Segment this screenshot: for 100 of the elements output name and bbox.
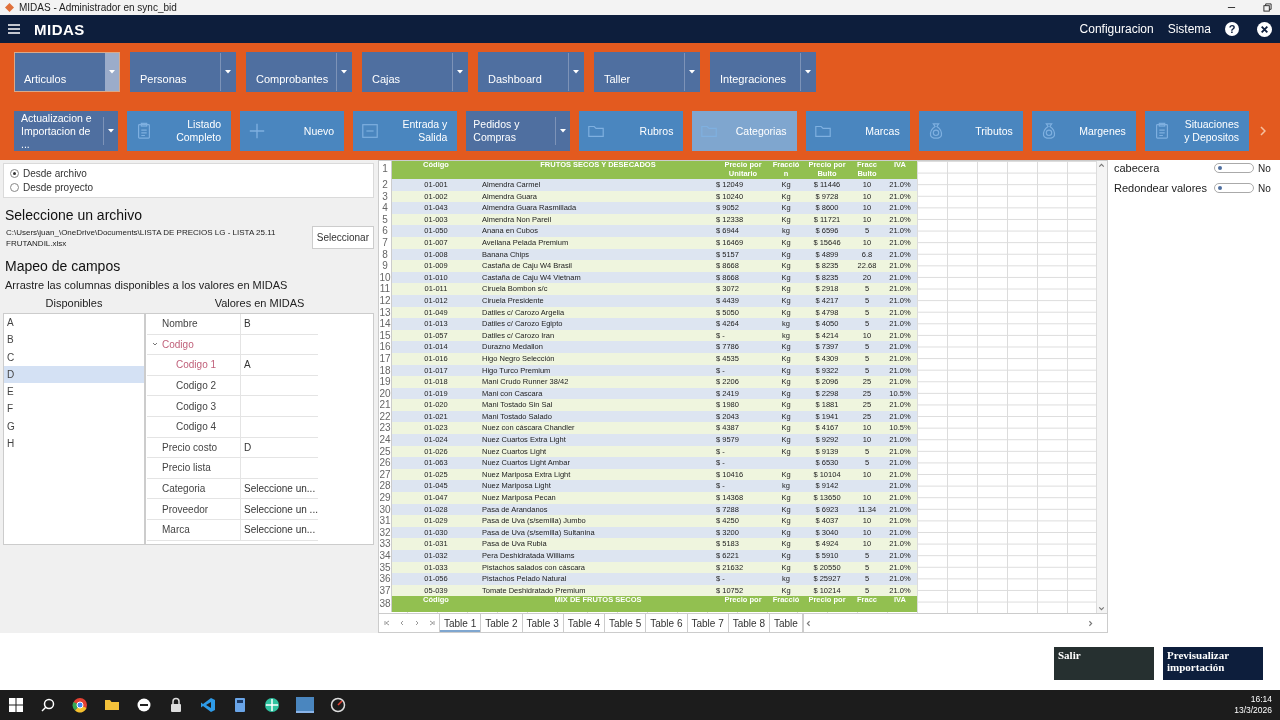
- close-icon[interactable]: [1257, 21, 1272, 37]
- module-button[interactable]: Comprobantes: [246, 52, 352, 92]
- row-number: 24: [379, 434, 392, 446]
- row-number: 9: [379, 260, 392, 272]
- row-number: 1: [379, 161, 392, 179]
- menu-icon[interactable]: [8, 24, 20, 34]
- first-sheet-icon[interactable]: [383, 619, 391, 627]
- last-sheet-icon[interactable]: [428, 619, 436, 627]
- chevron-right-icon[interactable]: [1260, 126, 1266, 136]
- nav-link[interactable]: Configuracion: [1079, 22, 1154, 36]
- radio-label: Desde archivo: [23, 168, 87, 179]
- field-name[interactable]: Codigo: [147, 334, 241, 355]
- section-heading: Mapeo de campos: [5, 258, 122, 274]
- module-button[interactable]: Cajas: [362, 52, 468, 92]
- field-value[interactable]: Seleccione un...: [241, 478, 318, 499]
- lock-icon[interactable]: [168, 697, 184, 713]
- help-button[interactable]: ?: [1225, 22, 1239, 36]
- field-value[interactable]: B: [241, 314, 318, 334]
- scroll-up-icon[interactable]: [1097, 161, 1106, 170]
- search-icon[interactable]: [40, 697, 56, 713]
- toggle-switch[interactable]: [1214, 163, 1254, 173]
- field-name[interactable]: Codigo 4: [147, 416, 241, 437]
- nav-link[interactable]: Sistema: [1167, 22, 1211, 36]
- horizontal-scrollbar[interactable]: [802, 614, 1095, 632]
- field-name[interactable]: Codigo 3: [147, 396, 241, 416]
- list-item[interactable]: D: [4, 365, 144, 384]
- field-name[interactable]: Codigo 2: [147, 375, 241, 396]
- scroll-left-icon[interactable]: [803, 618, 813, 628]
- list-item[interactable]: A: [4, 314, 144, 332]
- file-path: C:\Users\juan_\OneDrive\Documents\LISTA DE PRECIOS LG - LISTA 25.11 FRUTANDIL.xlsx: [5, 226, 277, 249]
- field-value[interactable]: A: [241, 355, 318, 375]
- field-name[interactable]: Precio costo: [147, 437, 241, 458]
- action-button[interactable]: Listado Completo: [127, 111, 232, 151]
- list-item[interactable]: H: [4, 435, 144, 453]
- radio-option[interactable]: Desde proyecto: [10, 182, 367, 193]
- field-value[interactable]: Seleccione un...: [241, 519, 318, 540]
- vertical-scrollbar[interactable]: [1096, 161, 1107, 613]
- action-button[interactable]: Marcas: [805, 111, 910, 151]
- field-value[interactable]: D: [241, 437, 318, 458]
- windows-icon[interactable]: [8, 697, 24, 713]
- module-button[interactable]: Integraciones: [710, 52, 816, 92]
- code-editor-icon[interactable]: [200, 697, 216, 713]
- module-button[interactable]: Articulos: [14, 52, 120, 92]
- previous-sheet-icon[interactable]: [398, 619, 406, 627]
- list-item[interactable]: E: [4, 383, 144, 401]
- circle-icon[interactable]: [136, 697, 152, 713]
- toggle-state: No: [1258, 162, 1271, 174]
- action-button[interactable]: Situaciones y Depositos: [1144, 111, 1249, 151]
- row-number: 34: [379, 550, 392, 562]
- scroll-right-icon[interactable]: [1086, 618, 1095, 628]
- action-button[interactable]: Tributos: [918, 111, 1023, 151]
- toggle-switch[interactable]: [1214, 183, 1254, 193]
- row-number: 2: [379, 179, 392, 191]
- action-button[interactable]: Rubros: [579, 111, 684, 151]
- clock-time: 16:14: [1250, 694, 1272, 705]
- scroll-down-icon[interactable]: [1097, 604, 1106, 613]
- caret-icon: [689, 70, 695, 74]
- radio-label: Desde proyecto: [23, 182, 94, 193]
- field-name[interactable]: Codigo 1: [147, 355, 241, 375]
- row-number: 16: [379, 341, 392, 353]
- caret-icon: [225, 70, 231, 74]
- calculator-icon[interactable]: [232, 697, 248, 713]
- action-button[interactable]: Pedidos y Compras: [466, 111, 571, 151]
- expand-icon[interactable]: [152, 341, 158, 348]
- module-button[interactable]: Dashboard: [478, 52, 584, 92]
- folder-icon[interactable]: [104, 697, 120, 713]
- gauge-icon[interactable]: [330, 697, 346, 713]
- list-item[interactable]: C: [4, 348, 144, 366]
- brand-logo: MIDAS: [34, 20, 85, 38]
- browser-icon[interactable]: [72, 697, 88, 713]
- caret-icon: [573, 70, 579, 74]
- column-header: Valores en MIDAS: [213, 296, 306, 311]
- action-button[interactable]: Nuevo: [240, 111, 345, 151]
- action-button[interactable]: Margenes: [1031, 111, 1136, 151]
- list-item[interactable]: B: [4, 331, 144, 349]
- select-button[interactable]: Seleccionar: [311, 226, 374, 249]
- clock-date: 13/3/2026: [1234, 705, 1272, 716]
- action-button[interactable]: Actualizacion e Importacion de ...: [14, 111, 118, 151]
- row-number: 11: [379, 283, 392, 295]
- restore-icon[interactable]: [1263, 3, 1272, 12]
- grid-circle-icon[interactable]: [264, 697, 280, 713]
- field-name[interactable]: Proveedor: [147, 499, 241, 519]
- caret-icon: [457, 70, 463, 74]
- field-name[interactable]: Precio lista: [147, 458, 241, 478]
- preview-button[interactable]: Previsualizar importación: [1163, 647, 1263, 680]
- sheet-tab[interactable]: Table 1: [439, 614, 482, 632]
- action-button[interactable]: Entrada y Salida: [353, 111, 458, 151]
- radio-option[interactable]: Desde archivo: [10, 168, 367, 179]
- field-name[interactable]: Marca: [147, 519, 241, 540]
- field-name[interactable]: Nombre: [147, 314, 241, 334]
- list-item[interactable]: G: [4, 417, 144, 436]
- caret-icon: [341, 70, 347, 74]
- module-button[interactable]: Taller: [594, 52, 700, 92]
- field-name[interactable]: Categoria: [147, 478, 241, 499]
- exit-button[interactable]: Salir: [1054, 647, 1154, 680]
- list-item[interactable]: F: [4, 400, 144, 418]
- field-value[interactable]: Seleccione un ...: [241, 499, 318, 519]
- caret-icon: [109, 70, 115, 74]
- module-button[interactable]: Personas: [130, 52, 236, 92]
- next-sheet-icon[interactable]: [413, 619, 421, 627]
